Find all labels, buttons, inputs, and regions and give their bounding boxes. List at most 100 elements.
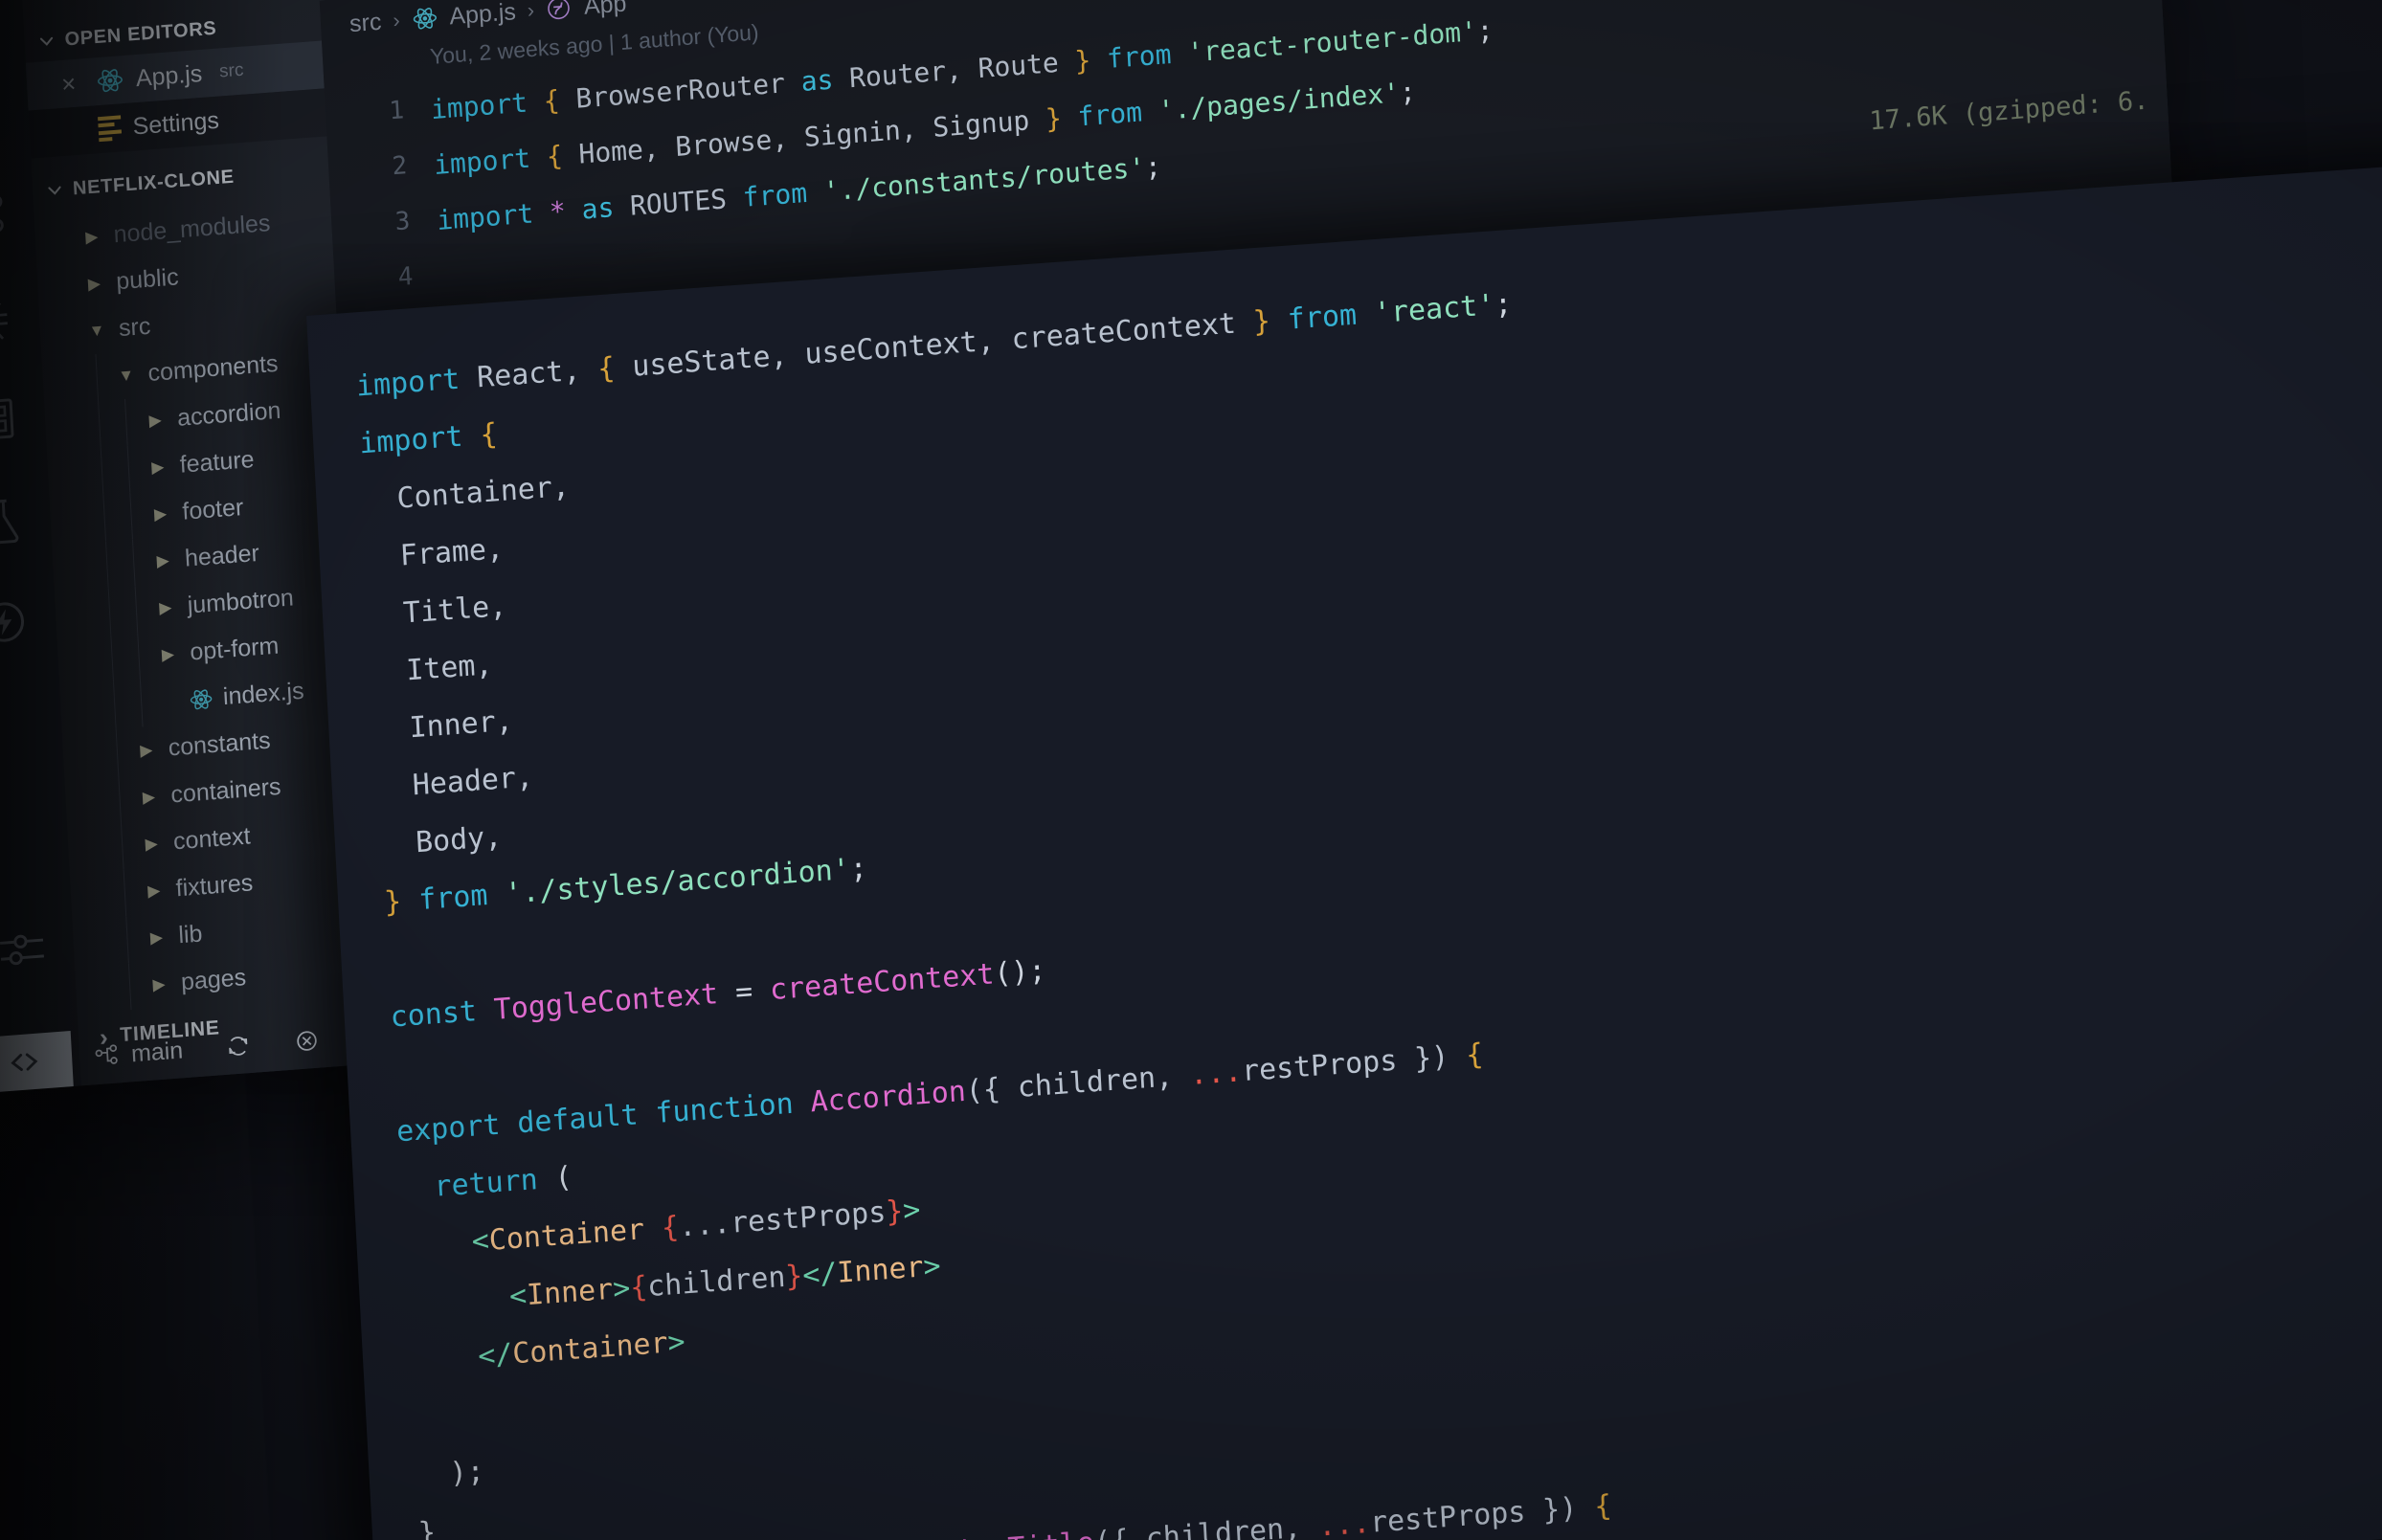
sidebar-title: EXPLORER [54, 0, 182, 1]
search-icon[interactable] [0, 88, 4, 144]
code-token: ; [1027, 953, 1047, 989]
source-control-icon[interactable] [0, 190, 10, 245]
tree-item-label: lib [177, 920, 204, 949]
code-token: from [1076, 96, 1143, 133]
tree-item-label: header [184, 539, 260, 572]
close-icon[interactable]: × [60, 68, 85, 100]
code-token: = [717, 973, 772, 1012]
breadcrumb-separator: › [392, 8, 401, 33]
run-debug-bug-icon[interactable] [0, 290, 15, 346]
code-token: from [1286, 298, 1358, 337]
function-symbol-icon [545, 0, 573, 23]
indent-guide [125, 916, 129, 964]
source-control-icon [92, 1041, 120, 1070]
settings-sliders-icon[interactable] [0, 922, 49, 977]
sync-icon [224, 1032, 252, 1060]
chevron-right-icon[interactable]: ▶ [133, 740, 159, 761]
branch-name: main [130, 1036, 184, 1067]
tree-item-label: src [118, 312, 152, 343]
indent-guide [120, 822, 124, 870]
line-number: 1 [388, 96, 405, 126]
code-token: ; [1144, 150, 1162, 184]
status-error[interactable] [272, 1025, 342, 1057]
code-token: () [993, 954, 1030, 992]
chevron-right-icon[interactable]: ▶ [152, 597, 178, 618]
breadcrumb-item-app[interactable]: App [583, 0, 627, 20]
code-token: return [433, 1163, 539, 1204]
breadcrumb-item-src[interactable]: src [348, 8, 382, 37]
chevron-right-icon[interactable]: ▶ [143, 410, 169, 431]
error-circle-icon [293, 1027, 321, 1056]
no-chevron[interactable] [158, 701, 183, 703]
indent-guide [123, 869, 127, 917]
tree-item-label: context [172, 822, 252, 856]
project-name-label: NETFLIX-CLONE [72, 166, 236, 199]
code-token: ; [848, 851, 868, 886]
open-editor-suffix: src [218, 59, 244, 82]
code-token: ; [1398, 75, 1417, 109]
code-token: </ [801, 1256, 839, 1293]
code-token: > [922, 1249, 942, 1284]
indent-guide [131, 539, 136, 587]
lightning-bolt-icon[interactable] [0, 594, 32, 650]
tree-item-label: components [146, 349, 280, 388]
chevron-right-icon[interactable]: ▶ [136, 787, 162, 808]
extensions-icon[interactable] [0, 391, 20, 447]
chevron-right-icon[interactable]: ▶ [144, 927, 169, 949]
testing-flask-icon[interactable] [0, 493, 26, 548]
editor-foreground-pane: import React, { useState, useContext, cr… [306, 148, 2382, 1540]
chevron-down-icon[interactable]: ▼ [113, 365, 139, 386]
chevron-right-icon[interactable]: ▶ [139, 834, 165, 855]
react-file-icon [411, 4, 438, 33]
tree-item-label: feature [179, 445, 256, 479]
tree-item-label: footer [181, 493, 244, 525]
open-editors-label: OPEN EDITORS [64, 17, 217, 51]
code-token: ); [414, 1454, 485, 1493]
chevron-right-icon[interactable]: ▶ [150, 550, 176, 571]
status-branch[interactable]: main [71, 1035, 204, 1072]
settings-file-icon [98, 115, 122, 143]
code-token: import [433, 142, 531, 182]
code-token: > [612, 1271, 632, 1306]
breadcrumb-item-appjs[interactable]: App.js [449, 0, 517, 31]
code-token: import [355, 362, 461, 404]
indent-guide [105, 541, 109, 589]
indent-guide [129, 492, 133, 540]
foreground-code-lines[interactable]: import React, { useState, useContext, cr… [309, 200, 2382, 1540]
chevron-right-icon[interactable]: ▶ [146, 973, 172, 994]
chevron-right-icon[interactable]: ▶ [155, 644, 181, 665]
code-token: ( [553, 1160, 573, 1195]
react-file-icon [188, 685, 213, 712]
chevron-right-icon[interactable]: ▶ [145, 457, 170, 478]
indent-guide [95, 354, 100, 402]
code-token: ; [1475, 13, 1494, 47]
code-token: > [666, 1325, 686, 1360]
screenshot-stage: FFileile Edit Selection View [0, 0, 2382, 1540]
code-token: { [596, 351, 617, 387]
chevron-right-icon[interactable]: ▶ [141, 881, 167, 902]
code-token: { [479, 417, 499, 453]
indent-guide [126, 445, 131, 493]
tree-item-label: constants [168, 726, 272, 762]
chevron-right-icon[interactable]: ▶ [81, 274, 107, 295]
tree-item-label: public [115, 263, 180, 296]
chevron-right-icon[interactable]: ▶ [147, 503, 173, 524]
code-token: from [741, 176, 808, 213]
tree-item-label: containers [169, 772, 282, 809]
code-token: } [383, 884, 403, 920]
status-sync[interactable] [203, 1030, 273, 1061]
code-token: as [799, 63, 835, 99]
chevron-down-icon[interactable]: ▼ [84, 320, 110, 341]
code-token: ... [1189, 1055, 1244, 1093]
remote-window-button[interactable] [0, 1031, 74, 1094]
chevron-down-icon [37, 32, 56, 50]
chevron-right-icon[interactable]: ▶ [79, 227, 104, 248]
code-token: } [885, 1194, 905, 1230]
indent-guide [134, 586, 139, 634]
